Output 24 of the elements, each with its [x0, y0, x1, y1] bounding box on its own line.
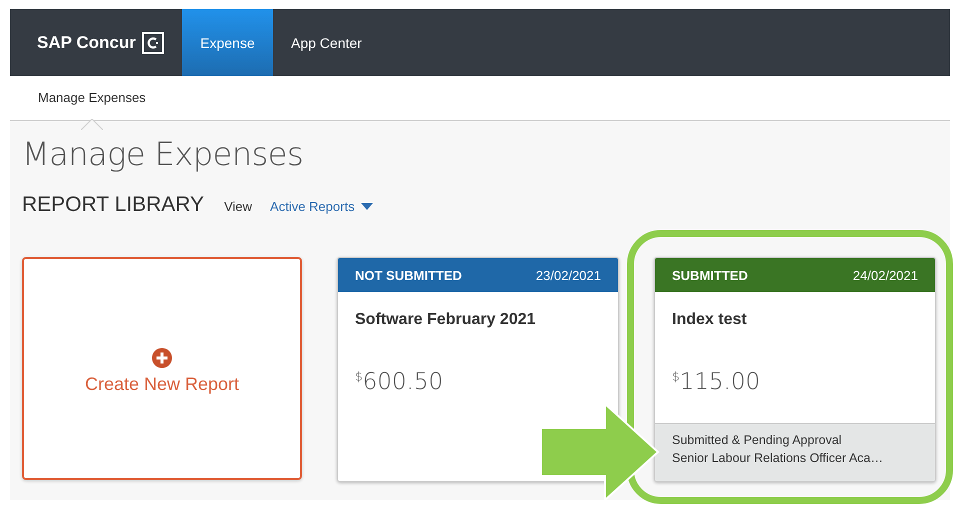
nav-tab[interactable]: App Center [273, 9, 380, 76]
nav-tab[interactable]: Expense [182, 9, 273, 76]
view-label: View [224, 199, 252, 214]
report-card[interactable]: SUBMITTED 24/02/2021 Index test $^{$}$115.00 Submitted & Pending Approval Senior Labour Relations Officer Aca… [654, 257, 936, 482]
subnav-tab[interactable]: Manage Expenses [38, 90, 146, 106]
view-dropdown[interactable]: Active Reports [270, 199, 373, 214]
report-amount: $^{$}$115.00 [672, 369, 762, 395]
create-report-card[interactable]: Create New Report [22, 257, 302, 480]
report-date: 23/02/2021 [536, 268, 601, 282]
footer-text: Submitted & Pending Approval [672, 433, 843, 447]
report-amount: $^{$}$600.50 [355, 369, 444, 395]
section-heading: REPORT LIBRARY [22, 193, 204, 217]
logo-text: SAP Concur [37, 32, 136, 52]
report-title: Software February 2021 [355, 311, 537, 329]
caret-icon [360, 203, 373, 210]
report-title: Index test [672, 311, 748, 329]
status-label: SUBMITTED [672, 268, 748, 282]
logo-icon [142, 32, 164, 54]
footer-text: Senior Labour Relations Officer Aca… [672, 451, 884, 465]
plus-circle-icon [152, 348, 172, 368]
page-title: Manage Expenses [22, 135, 304, 173]
report-card[interactable]: NOT SUBMITTED 23/02/2021 Software February 2021 $^{$}$600.50 [337, 257, 619, 482]
status-label: NOT SUBMITTED [355, 268, 462, 282]
report-date: 24/02/2021 [852, 268, 918, 282]
